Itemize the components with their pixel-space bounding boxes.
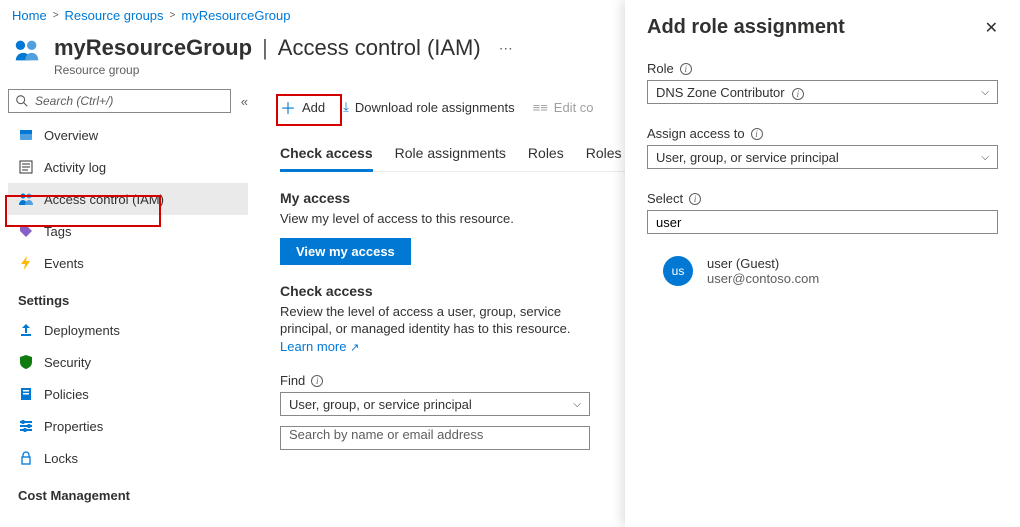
sidebar-item-activity-log[interactable]: Activity log bbox=[8, 151, 248, 183]
chevron-down-icon: ⌵ bbox=[573, 399, 581, 410]
find-search-input[interactable]: Search by name or email address bbox=[280, 426, 590, 450]
sidebar-item-overview[interactable]: Overview bbox=[8, 119, 248, 151]
bc-home[interactable]: Home bbox=[12, 8, 47, 23]
shield-icon bbox=[18, 354, 34, 370]
cube-icon bbox=[18, 127, 34, 143]
sidebar: Search (Ctrl+/) « Overview Activity log … bbox=[0, 85, 256, 517]
policy-icon bbox=[18, 386, 34, 402]
chevron-down-icon: ⌵ bbox=[981, 87, 989, 98]
bc-resource-groups[interactable]: Resource groups bbox=[65, 8, 164, 23]
edit-columns-button[interactable]: ≡≡ Edit co bbox=[533, 100, 594, 115]
sidebar-item-tags[interactable]: Tags bbox=[8, 215, 248, 247]
sidebar-item-security[interactable]: Security bbox=[8, 346, 248, 378]
my-access-text: View my level of access to this resource… bbox=[280, 210, 590, 228]
sidebar-item-policies[interactable]: Policies bbox=[8, 378, 248, 410]
sidebar-item-events[interactable]: Events bbox=[8, 247, 248, 279]
check-access-text: Review the level of access a user, group… bbox=[280, 303, 590, 356]
role-label: Role i bbox=[647, 61, 692, 76]
add-button[interactable]: ＋ Add bbox=[280, 95, 325, 119]
chevron-down-icon: ⌵ bbox=[981, 152, 989, 163]
bc-current[interactable]: myResourceGroup bbox=[181, 8, 290, 23]
sidebar-section-cost: Cost Management bbox=[8, 474, 248, 509]
sidebar-item-access-control[interactable]: Access control (IAM) bbox=[8, 183, 248, 215]
activity-icon bbox=[18, 159, 34, 175]
properties-icon bbox=[18, 418, 34, 434]
close-icon[interactable]: ✕ bbox=[985, 18, 998, 38]
learn-more-link[interactable]: Learn more ↗ bbox=[280, 339, 359, 354]
download-button[interactable]: ⤓ Download role assignments bbox=[343, 99, 514, 115]
info-icon[interactable]: i bbox=[680, 63, 692, 75]
search-input[interactable]: Search (Ctrl+/) bbox=[8, 89, 231, 113]
sidebar-section-settings: Settings bbox=[8, 279, 248, 314]
page-title-main: myResourceGroup bbox=[54, 35, 252, 61]
more-icon[interactable]: ⋯ bbox=[489, 40, 513, 57]
view-my-access-button[interactable]: View my access bbox=[280, 238, 411, 265]
chevron-right-icon: > bbox=[53, 10, 59, 21]
lock-icon bbox=[18, 450, 34, 466]
assign-access-select[interactable]: User, group, or service principal ⌵ bbox=[647, 145, 998, 169]
columns-icon: ≡≡ bbox=[533, 100, 548, 115]
sidebar-item-deployments[interactable]: Deployments bbox=[8, 314, 248, 346]
panel-title: Add role assignment bbox=[647, 16, 845, 39]
sidebar-item-locks[interactable]: Locks bbox=[8, 442, 248, 474]
avatar: us bbox=[663, 256, 693, 286]
tab-roles-cut[interactable]: Roles bbox=[586, 139, 622, 171]
page-subtitle: Resource group bbox=[54, 63, 513, 77]
chevron-right-icon: > bbox=[170, 10, 176, 21]
collapse-sidebar-icon[interactable]: « bbox=[241, 94, 248, 109]
tab-check-access[interactable]: Check access bbox=[280, 139, 373, 172]
tab-roles[interactable]: Roles bbox=[528, 139, 564, 171]
select-label: Select i bbox=[647, 191, 701, 206]
info-icon[interactable]: i bbox=[792, 88, 804, 100]
tag-icon bbox=[18, 223, 34, 239]
info-icon[interactable]: i bbox=[689, 193, 701, 205]
result-email: user@contoso.com bbox=[707, 271, 819, 286]
select-input[interactable] bbox=[647, 210, 998, 234]
role-select[interactable]: DNS Zone Contributor i ⌵ bbox=[647, 80, 998, 104]
external-link-icon: ↗ bbox=[350, 342, 359, 354]
user-result[interactable]: us user (Guest) user@contoso.com bbox=[647, 256, 998, 286]
add-role-assignment-panel: Add role assignment ✕ Role i DNS Zone Co… bbox=[625, 0, 1020, 527]
info-icon[interactable]: i bbox=[751, 128, 763, 140]
result-name: user (Guest) bbox=[707, 256, 819, 271]
search-icon bbox=[15, 94, 29, 108]
find-type-select[interactable]: User, group, or service principal ⌵ bbox=[280, 392, 590, 416]
tab-role-assignments[interactable]: Role assignments bbox=[395, 139, 506, 171]
find-label: Find i bbox=[280, 373, 323, 388]
lightning-icon bbox=[18, 255, 34, 271]
resource-group-icon bbox=[12, 35, 42, 68]
upload-icon bbox=[18, 322, 34, 338]
download-icon: ⤓ bbox=[343, 99, 349, 115]
sidebar-item-properties[interactable]: Properties bbox=[8, 410, 248, 442]
info-icon[interactable]: i bbox=[311, 375, 323, 387]
people-icon bbox=[18, 191, 34, 207]
page-title-sub: Access control (IAM) bbox=[278, 35, 481, 61]
assign-access-label: Assign access to i bbox=[647, 126, 763, 141]
plus-icon: ＋ bbox=[280, 95, 296, 119]
